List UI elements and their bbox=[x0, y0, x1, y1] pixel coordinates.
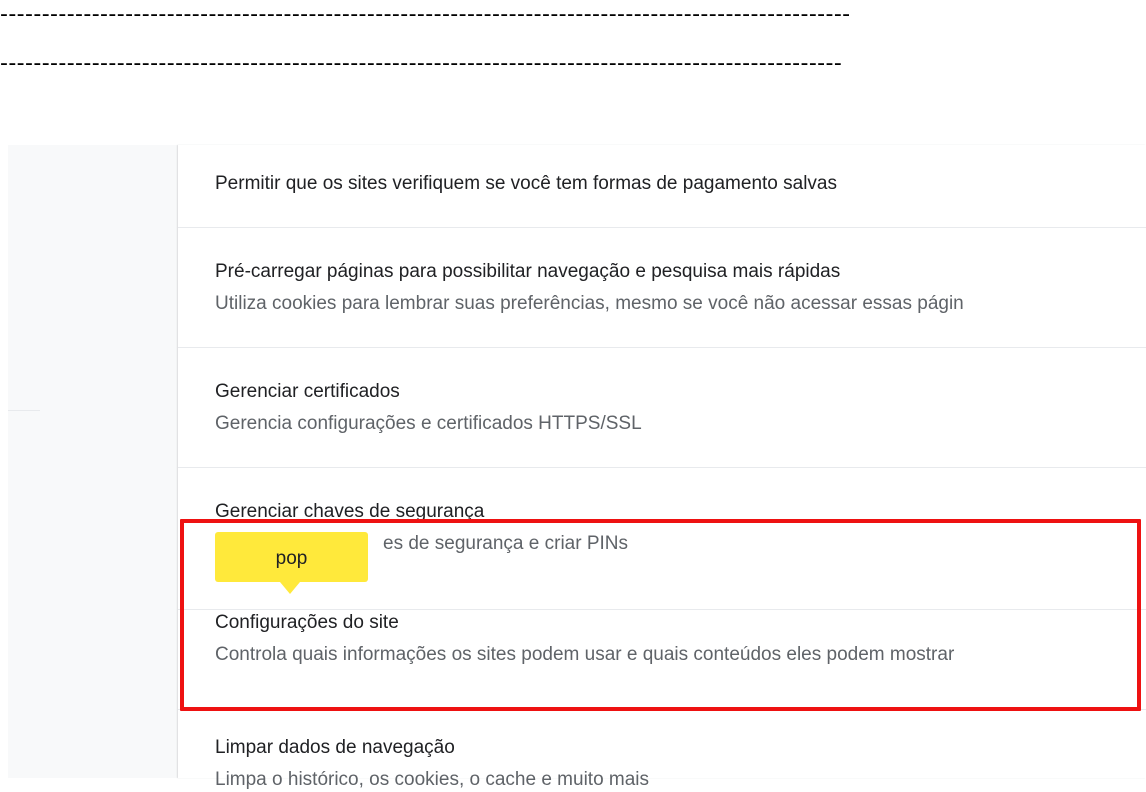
setting-title: Limpar dados de navegação bbox=[215, 737, 455, 758]
setting-row-site-settings[interactable]: Configurações do site Controla quais inf… bbox=[178, 611, 1146, 709]
setting-description: Limpa o histórico, os cookies, o cache e… bbox=[215, 769, 650, 790]
tooltip-pop: pop bbox=[215, 532, 368, 582]
setting-description: Controla quais informações os sites pode… bbox=[215, 644, 955, 665]
settings-sidebar bbox=[8, 145, 178, 778]
setting-description-visible: es de segurança e criar PINs bbox=[383, 533, 629, 554]
tooltip-pointer bbox=[280, 582, 300, 594]
setting-description: Utiliza cookies para lembrar suas prefer… bbox=[215, 293, 964, 314]
annotation-dash-line-top: ----------------------------------------… bbox=[0, 4, 851, 26]
setting-row-clear-browsing-data[interactable]: Limpar dados de navegação Limpa o histór… bbox=[178, 709, 1146, 790]
setting-title: Pré-carregar páginas para possibilitar n… bbox=[215, 261, 841, 282]
setting-title: Gerenciar certificados bbox=[215, 381, 400, 402]
setting-row-manage-certificates[interactable]: Gerenciar certificados Gerencia configur… bbox=[178, 347, 1146, 467]
row-divider bbox=[178, 609, 1146, 610]
sidebar-divider bbox=[8, 410, 40, 411]
setting-title: Permitir que os sites verifiquem se você… bbox=[215, 173, 837, 194]
setting-description: Gerencia configurações e certificados HT… bbox=[215, 413, 642, 434]
privacy-security-card: Permitir que os sites verifiquem se você… bbox=[178, 145, 1146, 790]
annotation-dash-line-bottom: ----------------------------------------… bbox=[0, 53, 843, 75]
setting-title: Gerenciar chaves de segurança bbox=[215, 501, 485, 522]
setting-title: Configurações do site bbox=[215, 612, 399, 633]
setting-row-preload-pages[interactable]: Pré-carregar páginas para possibilitar n… bbox=[178, 227, 1146, 347]
setting-row-payment-methods[interactable]: Permitir que os sites verifiquem se você… bbox=[178, 145, 1146, 226]
